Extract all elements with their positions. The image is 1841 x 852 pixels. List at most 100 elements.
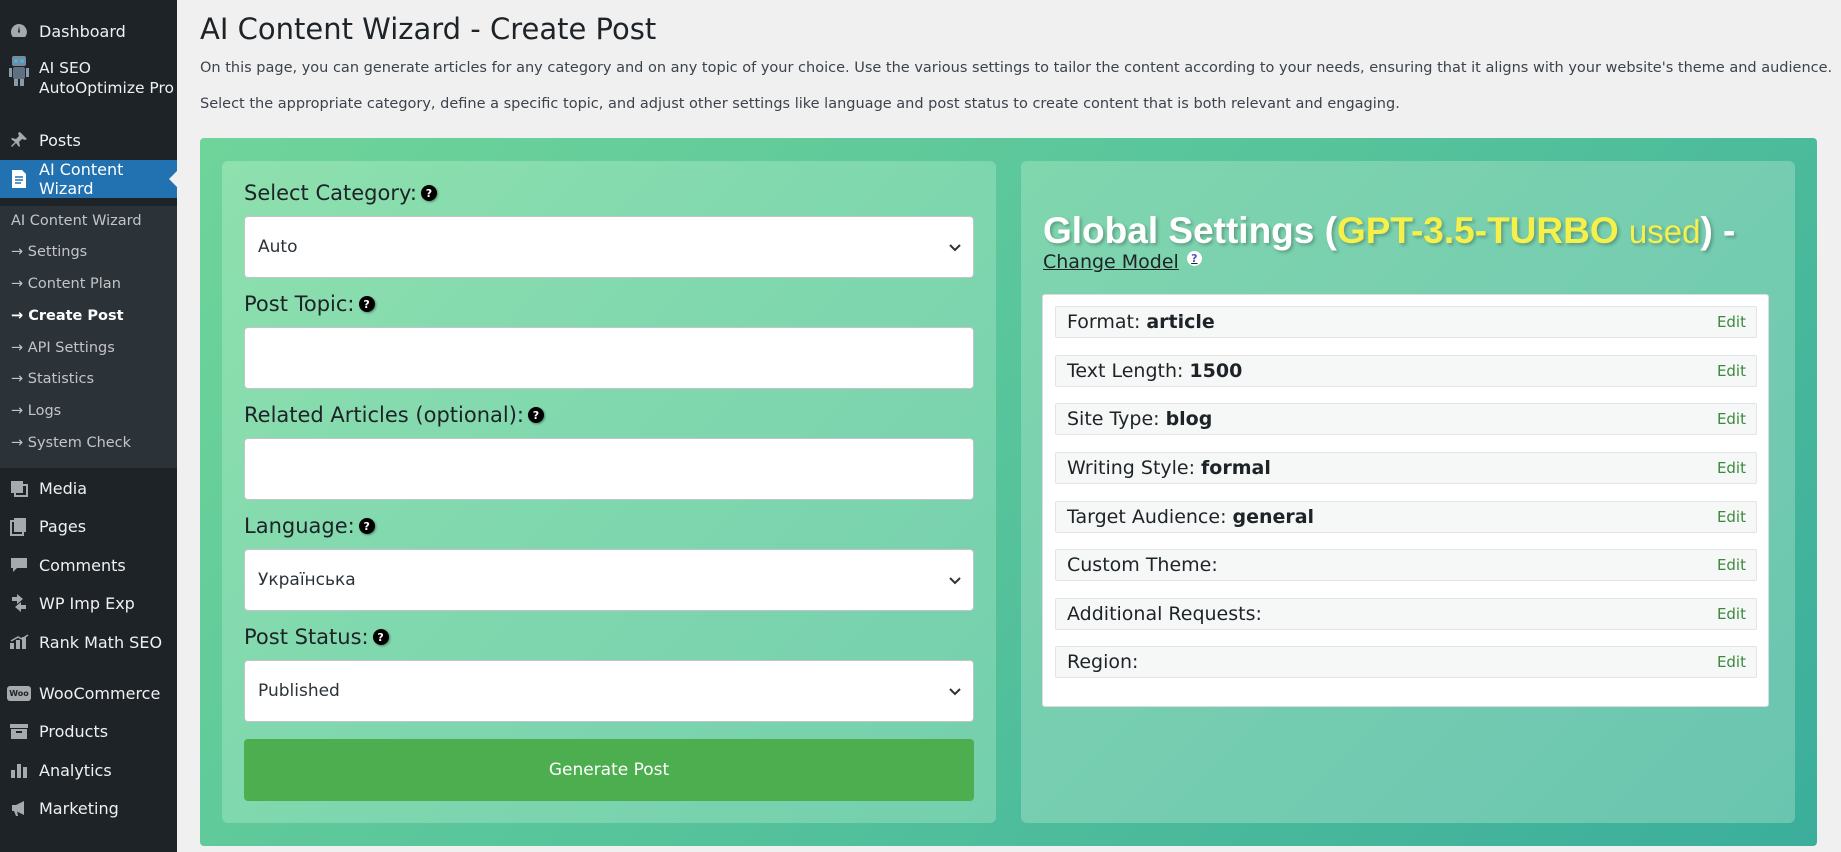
sidebar-item-label: Products [39,721,109,741]
sidebar-item-marketing[interactable]: Marketing [0,793,177,823]
setting-row: Target Audience: general Edit [1055,501,1757,533]
setting-row: Format: article Edit [1055,306,1757,338]
sidebar-item-comments[interactable]: Comments [0,550,177,580]
submenu-item-api-settings[interactable]: → API Settings [11,340,115,356]
document-icon [8,168,30,190]
intro-text: On this page, you can generate articles … [200,60,1833,76]
page-title: AI Content Wizard - Create Post [200,12,657,46]
megaphone-icon [8,797,30,819]
setting-row: Text Length: 1500 Edit [1055,355,1757,387]
sidebar-item-analytics[interactable]: Analytics [0,755,177,785]
setting-label: Target Audience: [1067,506,1227,528]
sidebar-item-label: Posts [39,130,81,150]
submenu-item-ai-content-wizard[interactable]: AI Content Wizard [11,213,142,229]
edit-setting-link[interactable]: Edit [1717,362,1746,380]
setting-value: formal [1201,457,1271,479]
sidebar-item-label: Pages [39,516,87,536]
sidebar-item-label: Marketing [39,798,119,818]
sidebar-item-label: AutoOptimize Pro [39,79,175,97]
sidebar-item-ai-seo[interactable]: AI SEO AutoOptimize Pro [0,56,177,102]
edit-setting-link[interactable]: Edit [1717,556,1746,574]
category-label: Select Category: ? [244,181,437,205]
sidebar-item-wp-imp-exp[interactable]: WP Imp Exp [0,588,177,618]
help-icon[interactable]: ? [1186,250,1202,266]
setting-label: Additional Requests: [1067,603,1262,625]
sidebar-item-ai-content-wizard[interactable]: AI Content Wizard [0,160,177,198]
sidebar-item-label: Dashboard [39,21,126,41]
edit-setting-link[interactable]: Edit [1717,410,1746,428]
related-articles-input[interactable] [244,438,974,500]
model-name: GPT-3.5-TURBO [1336,210,1619,251]
topic-input[interactable] [244,327,974,389]
woo-icon: Woo [7,682,31,704]
help-icon[interactable]: ? [358,296,375,312]
post-status-select[interactable]: Published [244,660,974,722]
sidebar-item-rank-math[interactable]: Rank Math SEO [0,627,177,657]
edit-setting-link[interactable]: Edit [1717,459,1746,477]
comments-icon [8,554,30,576]
sidebar-item-media[interactable]: Media [0,473,177,503]
sidebar-item-label: Rank Math SEO [39,632,163,652]
setting-row: Site Type: blog Edit [1055,403,1757,435]
submenu-item-logs[interactable]: → Logs [11,403,61,419]
submenu-item-statistics[interactable]: → Statistics [11,371,94,387]
help-icon[interactable]: ? [420,185,437,201]
sidebar-item-label: Media [39,478,88,498]
analytics-icon [8,759,30,781]
generate-post-button[interactable]: Generate Post [244,739,974,801]
sidebar-item-woocommerce[interactable]: Woo WooCommerce [0,678,177,708]
chevron-down-icon [949,688,961,696]
sidebar-item-pages[interactable]: Pages [0,511,177,541]
dashboard-icon [8,20,30,42]
submenu-item-system-check[interactable]: → System Check [11,435,131,451]
related-articles-label: Related Articles (optional): ? [244,403,544,427]
sidebar-item-label: AI SEO [39,59,91,77]
sidebar-item-posts[interactable]: Posts [0,125,177,155]
setting-label: Format: [1067,311,1141,333]
help-icon[interactable]: ? [358,518,375,534]
pin-icon [8,129,30,151]
pages-icon [8,515,30,537]
chevron-down-icon [949,244,961,252]
products-icon [8,720,30,742]
main-content: AI Content Wizard - Create Post On this … [177,0,1841,852]
create-post-form: Select Category: ? Auto Post Topic: ? Re… [222,161,996,823]
language-label: Language: ? [244,514,375,538]
submenu-item-content-plan[interactable]: → Content Plan [11,276,121,292]
sidebar-item-products[interactable]: Products [0,716,177,746]
help-icon[interactable]: ? [527,407,544,423]
help-icon[interactable]: ? [372,629,389,645]
sidebar-item-dashboard[interactable]: Dashboard [0,16,177,46]
edit-setting-link[interactable]: Edit [1717,508,1746,526]
wizard-container: Select Category: ? Auto Post Topic: ? Re… [200,138,1817,846]
admin-sidebar: Dashboard AI SEO AutoOptimize Pro Posts … [0,0,177,852]
edit-setting-link[interactable]: Edit [1717,313,1746,331]
sidebar-item-label: AI Content Wizard [39,160,124,198]
category-select[interactable]: Auto [244,216,974,278]
setting-row: Region: Edit [1055,646,1757,678]
sidebar-item-label: WP Imp Exp [39,593,135,613]
sidebar-item-label: Analytics [39,760,112,780]
settings-list: Format: article Edit Text Length: 1500 Edit Si… [1042,294,1769,707]
submenu-item-settings[interactable]: → Settings [11,244,87,260]
edit-setting-link[interactable]: Edit [1717,605,1746,623]
setting-label: Custom Theme: [1067,554,1218,576]
robot-icon [8,56,30,86]
setting-value: blog [1165,408,1213,430]
setting-value: 1500 [1189,360,1243,382]
topic-label: Post Topic: ? [244,292,375,316]
sidebar-item-label: Comments [39,555,126,575]
edit-setting-link[interactable]: Edit [1717,653,1746,671]
media-icon [8,477,30,499]
change-model-link[interactable]: Change Model ? [1043,250,1202,273]
sidebar-submenu: AI Content Wizard → Settings → Content P… [0,206,177,468]
language-select[interactable]: Українська [244,549,974,611]
setting-value: article [1146,311,1215,333]
setting-label: Site Type: [1067,408,1160,430]
post-status-label: Post Status: ? [244,625,389,649]
submenu-item-create-post[interactable]: → Create Post [11,308,124,324]
chevron-down-icon [949,577,961,585]
setting-row: Writing Style: formal Edit [1055,452,1757,484]
intro-text: Select the appropriate category, define … [200,96,1400,112]
setting-row: Additional Requests: Edit [1055,598,1757,630]
